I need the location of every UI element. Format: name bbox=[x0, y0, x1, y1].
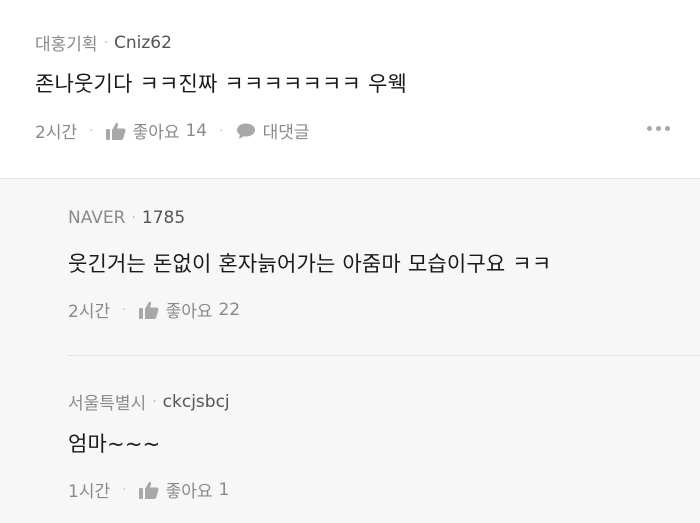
comment-text: 존나웃기다 ㅋㅋ진짜 ㅋㅋㅋㅋㅋㅋㅋ 우웩 bbox=[35, 72, 407, 96]
thumbs-up-icon bbox=[138, 481, 159, 499]
reply-text: 엄마~~~ bbox=[68, 432, 161, 456]
comment-time: 2시간 bbox=[35, 123, 78, 143]
reply-divider bbox=[68, 355, 700, 356]
comment-meta: 대홍기획 · Cniz62 bbox=[35, 30, 172, 56]
reply-section bbox=[0, 179, 700, 523]
like-button[interactable]: 좋아요 14 bbox=[105, 118, 208, 143]
comment-user-id[interactable]: Cniz62 bbox=[114, 33, 172, 53]
comment-source: 대홍기획 bbox=[35, 35, 98, 55]
reply-time: 2시간 bbox=[68, 302, 111, 322]
separator-dot: · bbox=[219, 122, 224, 139]
thumbs-up-icon bbox=[105, 122, 126, 140]
like-label: 좋아요 bbox=[165, 482, 213, 502]
reply-actions: 1시간 · 좋아요 1 bbox=[68, 477, 230, 503]
reply-user-id[interactable]: 1785 bbox=[142, 208, 185, 228]
like-label: 좋아요 bbox=[132, 123, 180, 143]
reply-actions: 2시간 · 좋아요 22 bbox=[68, 297, 241, 323]
reply-time: 1시간 bbox=[68, 482, 111, 502]
like-label: 좋아요 bbox=[165, 302, 213, 322]
reply-meta: 서울특별시 · ckcjsbcj bbox=[68, 389, 230, 415]
reply-button[interactable]: 대댓글 bbox=[236, 118, 310, 143]
speech-bubble-icon bbox=[236, 122, 256, 140]
separator-dot: · bbox=[152, 393, 157, 410]
reply-source: 서울특별시 bbox=[68, 394, 147, 414]
like-count: 22 bbox=[218, 299, 241, 320]
reply-meta: NAVER · 1785 bbox=[68, 208, 185, 228]
separator-dot: · bbox=[103, 34, 109, 51]
reply-user-id[interactable]: ckcjsbcj bbox=[163, 392, 230, 412]
like-count: 1 bbox=[218, 479, 230, 500]
reply-label: 대댓글 bbox=[262, 123, 310, 143]
thumbs-up-icon bbox=[138, 301, 159, 319]
comment: 대홍기획 · Cniz62 존나웃기다 ㅋㅋ진짜 ㅋㅋㅋㅋㅋㅋㅋ 우웩 2시간 … bbox=[0, 0, 700, 179]
comment-actions: 2시간 · 좋아요 14 · 대댓글 bbox=[35, 118, 310, 144]
separator-dot: · bbox=[122, 301, 127, 318]
separator-dot: · bbox=[131, 210, 136, 226]
like-button[interactable]: 좋아요 22 bbox=[138, 297, 241, 322]
like-count: 14 bbox=[185, 120, 208, 141]
like-button[interactable]: 좋아요 1 bbox=[138, 477, 230, 502]
separator-dot: · bbox=[89, 122, 94, 139]
more-dots-icon[interactable] bbox=[647, 126, 670, 131]
reply-text: 웃긴거는 돈없이 혼자늙어가는 아줌마 모습이구요 ㅋㅋ bbox=[68, 252, 552, 276]
separator-dot: · bbox=[122, 481, 127, 498]
reply-source: NAVER bbox=[68, 208, 126, 228]
